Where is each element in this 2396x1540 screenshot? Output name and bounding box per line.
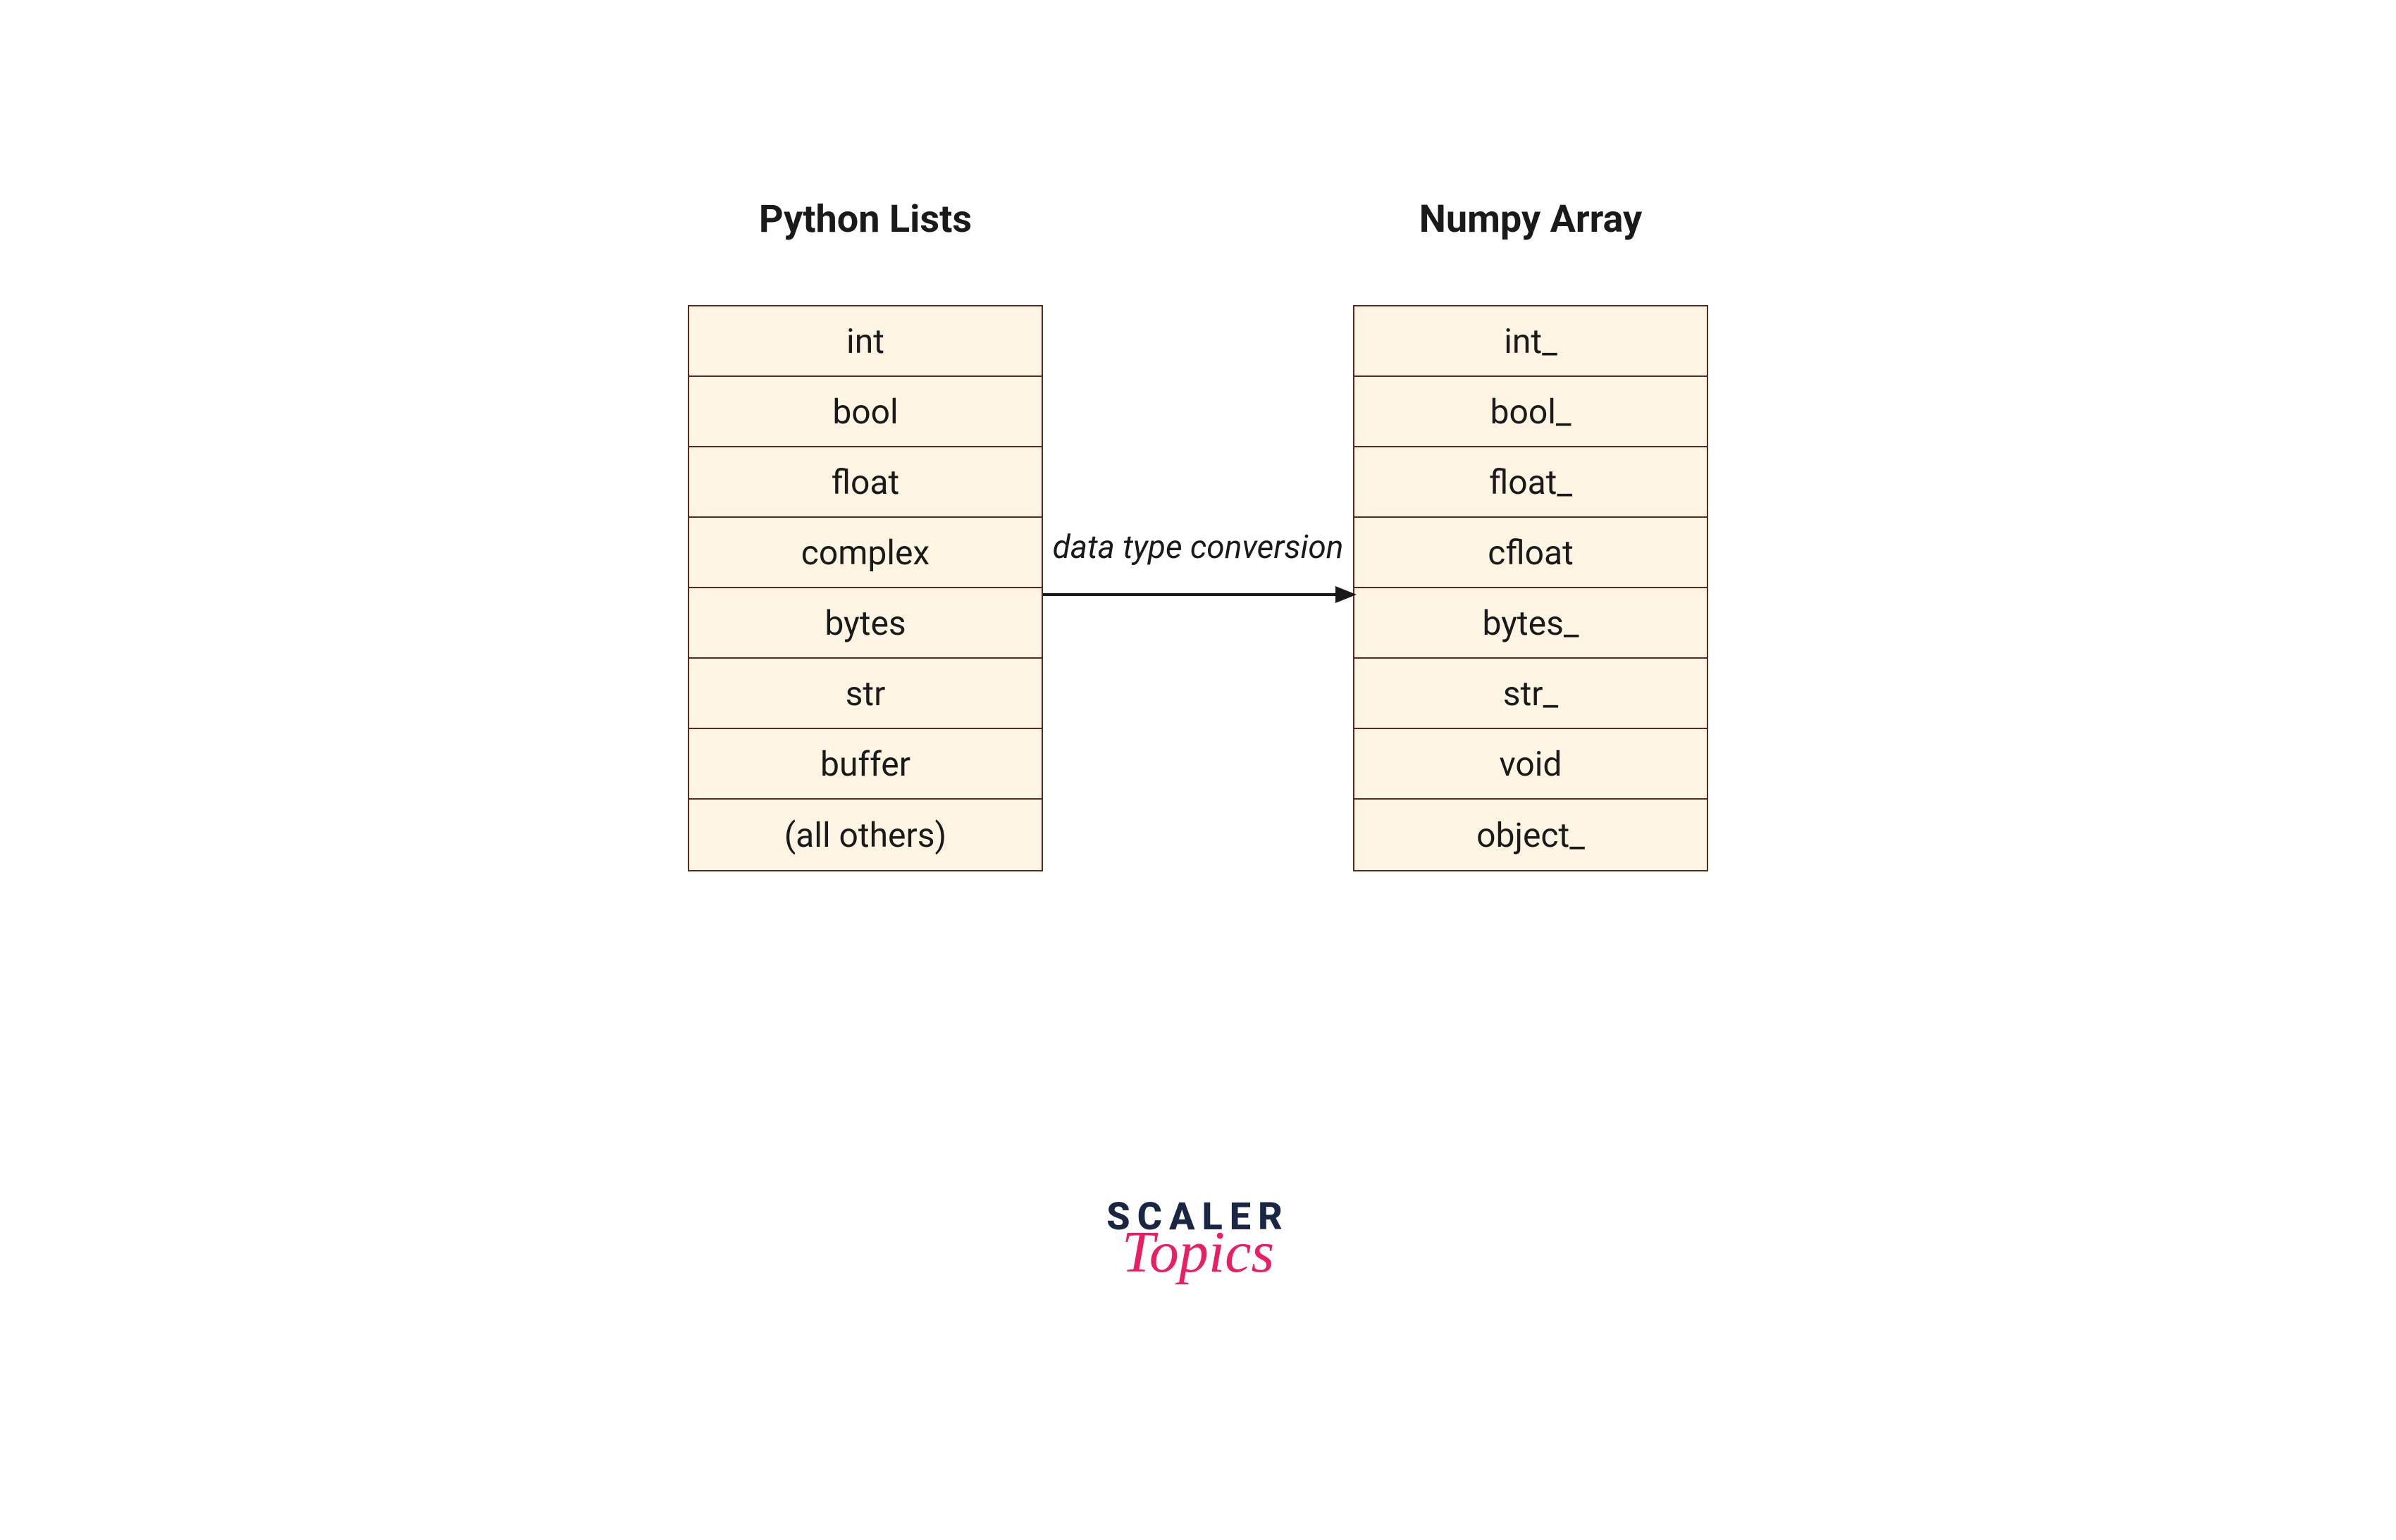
- list-item: (all others): [689, 800, 1042, 870]
- list-item: bytes_: [1354, 588, 1707, 659]
- arrow-icon: [1039, 580, 1357, 609]
- right-column-title: Numpy Array: [1419, 197, 1642, 242]
- python-types-list: int bool float complex bytes str buffer …: [688, 305, 1043, 871]
- arrow-label: data type conversion: [1053, 528, 1344, 566]
- list-item: str_: [1354, 659, 1707, 729]
- list-item: object_: [1354, 800, 1707, 870]
- list-item: str: [689, 659, 1042, 729]
- list-item: float_: [1354, 447, 1707, 518]
- list-item: bytes: [689, 588, 1042, 659]
- scaler-topics-logo: SCALER Topics: [1106, 1195, 1290, 1286]
- numpy-types-list: int_ bool_ float_ cfloat bytes_ str_ voi…: [1353, 305, 1708, 871]
- list-item: bool_: [1354, 377, 1707, 447]
- list-item: complex: [689, 518, 1042, 588]
- list-item: float: [689, 447, 1042, 518]
- logo-line2: Topics: [1122, 1218, 1274, 1286]
- list-item: buffer: [689, 729, 1042, 800]
- right-column: Numpy Array int_ bool_ float_ cfloat byt…: [1353, 197, 1708, 871]
- list-item: bool: [689, 377, 1042, 447]
- list-item: cfloat: [1354, 518, 1707, 588]
- list-item: int_: [1354, 306, 1707, 377]
- list-item: void: [1354, 729, 1707, 800]
- left-column: Python Lists int bool float complex byte…: [688, 197, 1043, 871]
- list-item: int: [689, 306, 1042, 377]
- conversion-arrow-section: data type conversion: [1039, 528, 1357, 609]
- left-column-title: Python Lists: [759, 197, 972, 242]
